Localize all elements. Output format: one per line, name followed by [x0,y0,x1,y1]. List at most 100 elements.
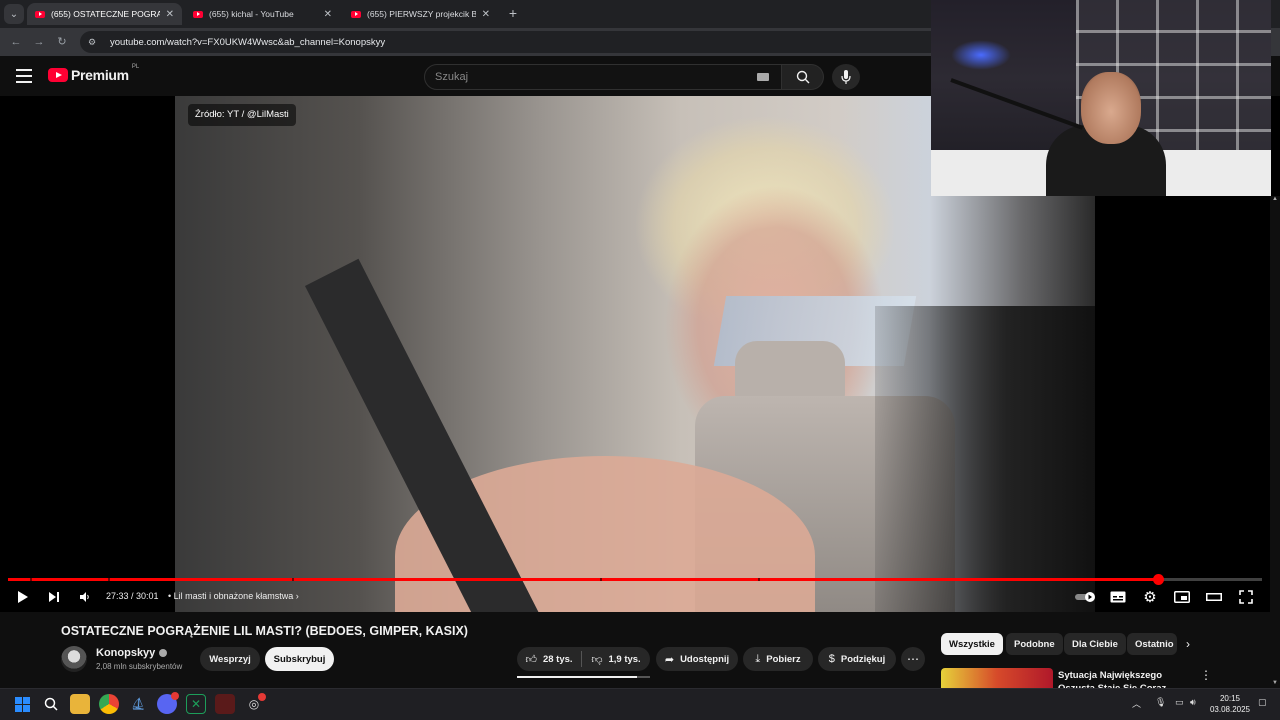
obs-notification-badge [258,693,266,701]
play-icon [18,591,28,603]
menu-hamburger-icon[interactable] [16,69,32,83]
time-display: 27:33 / 30:01 [106,591,159,601]
webcam-person-head [1081,72,1141,144]
play-button[interactable] [14,586,32,608]
video-title: OSTATECZNE POGRĄŻENIE LIL MASTI? (BEDOES… [61,624,468,638]
progress-bar[interactable] [8,574,1262,585]
recommended-video-thumbnail[interactable] [941,668,1053,688]
taskbar-search-icon[interactable] [41,694,61,714]
tray-volume-icon[interactable]: 🔊︎ [1190,697,1196,708]
autoplay-toggle-icon [1075,592,1095,602]
file-explorer-icon[interactable] [70,694,90,714]
gear-icon: ⚙ [1143,589,1157,606]
settings-button[interactable]: ⚙ [1140,586,1160,608]
youtube-premium-logo[interactable]: Premium PL [48,64,139,83]
subscriber-count: 2,08 mln subskrybentów [96,662,183,671]
dislike-button[interactable]: 👎︎ 1,9 tys. [582,647,650,671]
chapter-marker [600,578,602,581]
scroll-up-arrow-icon[interactable]: ▲ [1272,196,1278,202]
close-tab-icon[interactable]: ✕ [482,9,490,20]
discord-notification-badge [171,692,179,700]
thanks-button[interactable]: $ Podziękuj [818,647,896,671]
chip-all[interactable]: Wszystkie [941,633,1003,655]
chapter-title[interactable]: • Lil masti i obnażone kłamstwa › [168,591,299,601]
close-tab-icon[interactable]: ✕ [324,9,332,20]
search-icon [44,697,58,711]
search-icon [796,70,809,84]
keyboard-icon[interactable] [757,73,769,81]
forward-arrow-icon[interactable]: → [31,34,47,50]
subtitles-icon [1110,591,1126,603]
site-info-icon[interactable]: ⚙ [88,36,100,48]
volume-icon [80,592,89,602]
chip-for-you[interactable]: Dla Ciebie [1064,633,1126,655]
car-interior-shadow [875,306,1095,612]
like-button[interactable]: 👍︎ 28 tys. [517,647,581,671]
search-box [424,64,782,90]
url-text: youtube.com/watch?v=FX0UKW4Wwsc&ab_chann… [110,36,386,48]
tray-network-icon[interactable]: ▭ [1175,697,1184,708]
verified-check-icon [159,649,168,658]
volume-button[interactable] [76,586,94,608]
autoplay-toggle[interactable] [1074,586,1098,608]
browser-tab-3[interactable]: (655) PIERWSZY projekcik BRUS ✕ [343,3,498,25]
webcam-overlay [931,0,1271,196]
tray-microphone-icon[interactable]: 🎙︎ [1155,697,1166,708]
join-button[interactable]: Wesprzyj [200,647,260,671]
fullscreen-button[interactable] [1236,586,1256,608]
super-thanks-icon: $ [828,653,835,665]
chip-recent[interactable]: Ostatnio [1127,633,1177,655]
download-icon: ⤓ [755,652,761,665]
reload-icon[interactable]: ↻ [54,34,70,50]
download-button[interactable]: ⤓ Pobierz [743,647,813,671]
theater-mode-icon [1206,593,1222,601]
search-input[interactable] [435,71,757,83]
back-arrow-icon[interactable]: ← [8,34,24,50]
recommended-more-icon[interactable]: ⋮ [1200,668,1212,682]
scroll-down-arrow-icon[interactable]: ▼ [1272,680,1278,686]
chip-related[interactable]: Podobne [1006,633,1063,655]
webcam-mic-arm [950,78,1084,130]
progress-scrubber[interactable] [1152,574,1164,585]
tab-search-icon[interactable]: ⌄ [4,4,24,24]
chapter-marker [30,578,32,581]
channel-name[interactable]: Konopskyy [96,647,168,659]
close-tab-icon[interactable]: ✕ [166,9,174,20]
windows-start-icon[interactable] [12,694,32,714]
youtube-logo-icon [48,68,68,82]
browser-tab-2[interactable]: (655) kichal - YouTube ✕ [185,3,340,25]
youtube-favicon-icon [35,10,45,18]
subtitles-button[interactable] [1108,586,1128,608]
chevron-right-icon[interactable]: › [1186,637,1190,651]
miniplayer-icon [1174,591,1190,603]
microphone-icon [841,70,851,84]
webcam-blue-light [951,40,1011,70]
youtube-favicon-icon [193,10,203,18]
game-app-icon[interactable] [215,694,235,714]
tray-chevron-up-icon[interactable]: ︿ [1132,697,1141,710]
source-badge: Źródło: YT / @LilMasti [188,104,296,126]
new-tab-plus-icon[interactable]: + [505,5,521,21]
voice-search-button[interactable] [832,64,860,90]
more-actions-icon[interactable]: ⋯ [901,647,925,671]
browser-tab-active[interactable]: (655) OSTATECZNE POGRĄŻENIE ✕ [27,3,182,25]
recommended-video-title[interactable]: Sytuacja Największego Oszusta Staje Się … [1058,669,1198,688]
page-scrollbar[interactable] [1270,196,1280,688]
channel-avatar[interactable] [61,646,87,672]
taskbar-clock[interactable]: 20:15 03.08.2025 [1206,693,1254,715]
progress-bar-fill [8,578,1158,581]
chrome-icon[interactable] [99,694,119,714]
like-ratio-bar [517,676,650,678]
address-bar[interactable]: ⚙ youtube.com/watch?v=FX0UKW4Wwsc&ab_cha… [80,31,950,53]
notification-center-icon[interactable]: ▢ [1258,697,1267,708]
search-button[interactable] [782,64,824,90]
subscribe-button[interactable]: Subskrybuj [265,647,334,671]
theater-mode-button[interactable] [1204,586,1224,608]
share-button[interactable]: ➦ Udostępnij [656,647,738,671]
next-button[interactable] [45,586,63,608]
miniplayer-button[interactable] [1172,586,1192,608]
chapter-marker [292,578,294,581]
steam-icon[interactable]: ⛵︎ [128,694,148,714]
skip-next-icon [49,592,59,602]
excel-icon[interactable]: ✕ [186,694,206,714]
